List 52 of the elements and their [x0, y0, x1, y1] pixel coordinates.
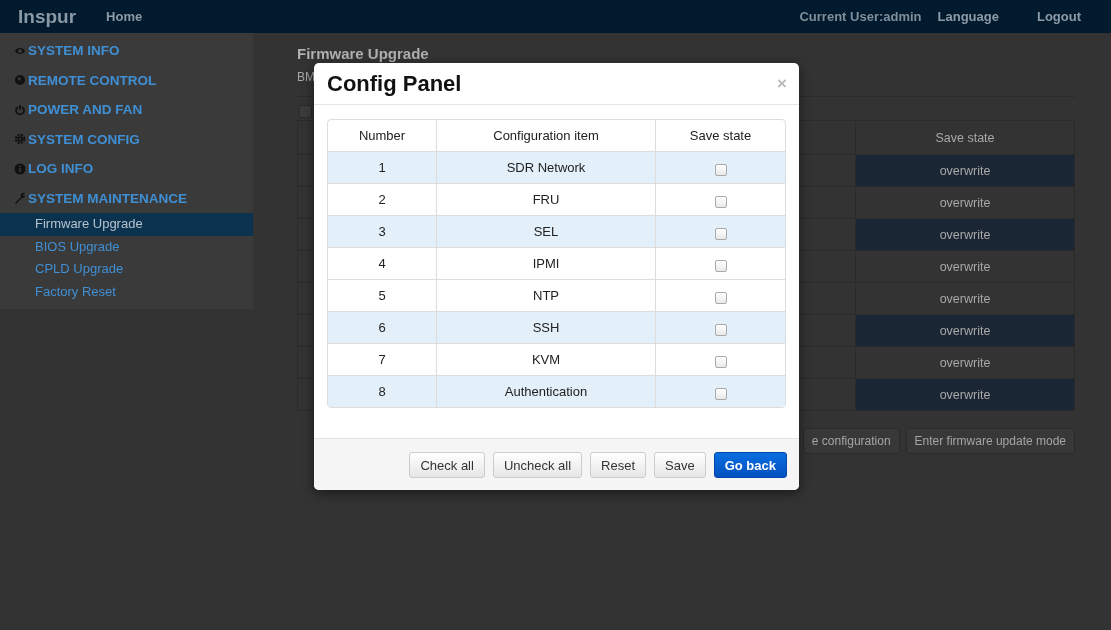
footer-button[interactable]: Save [654, 452, 706, 478]
brand-logo-text: Inspur [18, 5, 77, 28]
sidebar-section[interactable]: SYSTEM MAINTENANCE [28, 190, 187, 206]
current-user-label: Current User:admin [799, 9, 922, 24]
select-all-checkbox[interactable] [299, 105, 312, 118]
table-cell: SSH [436, 311, 655, 343]
power-icon [14, 103, 26, 116]
checkbox[interactable] [714, 227, 727, 240]
sidebar-item[interactable]: Firmware Upgrade [0, 213, 253, 236]
dialog-title: Config Panel [327, 70, 462, 97]
table-cell: SDR Network [436, 151, 655, 183]
checkbox[interactable] [714, 163, 727, 176]
table-cell: overwrite [855, 154, 1075, 187]
page-title: Firmware Upgrade [297, 45, 430, 62]
table-cell: overwrite [855, 378, 1075, 411]
sidebar-section[interactable]: POWER AND FAN [28, 102, 143, 118]
sidebar-section[interactable]: LOG INFO [28, 161, 94, 177]
table-cell: SEL [436, 215, 655, 247]
footer-button[interactable]: Check all [409, 452, 485, 478]
sidebar-section[interactable]: SYSTEM CONFIG [28, 131, 140, 147]
checkbox[interactable] [714, 323, 727, 336]
table-cell: overwrite [855, 314, 1075, 347]
checkbox[interactable] [714, 195, 727, 208]
table-cell: Authentication [436, 375, 655, 407]
table-cell: 6 [328, 311, 436, 343]
go-back-button[interactable]: Go back [713, 452, 787, 478]
table-cell: 3 [328, 215, 436, 247]
sidebar-section[interactable]: REMOTE CONTROL [28, 72, 157, 88]
sidebar-item[interactable]: CPLD Upgrade [0, 258, 253, 281]
footer-button[interactable]: Uncheck all [492, 452, 583, 478]
language-link[interactable]: Language [937, 9, 999, 24]
checkbox[interactable] [714, 291, 727, 304]
table-cell: 8 [328, 375, 436, 407]
column-header: Number [357, 127, 407, 145]
info-icon [14, 162, 26, 175]
nav-link[interactable]: Home [106, 9, 143, 24]
wrench-icon [14, 192, 26, 205]
checkbox[interactable] [714, 259, 727, 272]
table-cell: 4 [328, 247, 436, 279]
action-button[interactable]: e configuration [802, 428, 900, 454]
footer-button[interactable]: Reset [590, 452, 647, 478]
action-button[interactable]: Enter firmware update mode [905, 428, 1075, 454]
logout-link[interactable]: Logout [1036, 9, 1081, 24]
table-cell: overwrite [855, 218, 1075, 251]
sidebar-item[interactable]: Factory Reset [0, 280, 253, 303]
checkbox[interactable] [714, 355, 727, 368]
table-cell: 1 [328, 151, 436, 183]
sidebar-item[interactable]: BIOS Upgrade [0, 235, 253, 258]
table-cell: IPMI [436, 247, 655, 279]
sidebar-section[interactable]: SYSTEM INFO [28, 43, 120, 59]
checkbox[interactable] [714, 387, 727, 400]
table-cell: overwrite [855, 250, 1075, 283]
